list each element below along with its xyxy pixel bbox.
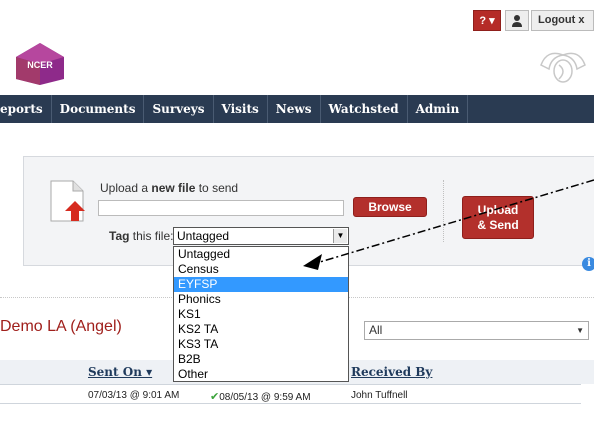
nav-item-watchsted[interactable]: Watchsted (321, 95, 408, 123)
received-on-cell: ✔08/05/13 @ 9:59 AM (210, 391, 311, 403)
emblem-icon (540, 52, 586, 83)
tag-option-ks3-ta[interactable]: KS3 TA (174, 337, 348, 352)
browse-button[interactable]: Browse (353, 197, 427, 217)
tag-option-eyfsp[interactable]: EYFSP (174, 277, 348, 292)
main-nav: eports Documents Surveys Visits News Watchste… (0, 95, 594, 123)
nav-item-documents[interactable]: Documents (52, 95, 145, 123)
tag-option-phonics[interactable]: Phonics (174, 292, 348, 307)
upload-file-icon (50, 180, 85, 222)
user-icon (512, 15, 522, 27)
info-icon[interactable]: i (582, 257, 594, 271)
nav-item-admin[interactable]: Admin (408, 95, 469, 123)
section-title: Demo LA (Angel) (0, 318, 122, 335)
help-menu-button[interactable]: ? ▾ (473, 10, 501, 31)
check-icon: ✔ (210, 391, 220, 403)
tag-option-ks2-ta[interactable]: KS2 TA (174, 322, 348, 337)
nav-item-eports[interactable]: eports (0, 95, 52, 123)
logout-button[interactable]: Logout x (531, 10, 594, 31)
upload-and-send-button[interactable]: Upload & Send (462, 196, 534, 239)
tag-option-census[interactable]: Census (174, 262, 348, 277)
tag-option-other[interactable]: Other (174, 367, 348, 382)
tag-option-b2b[interactable]: B2B (174, 352, 348, 367)
sent-on-cell: 07/03/13 @ 9:01 AM (88, 390, 180, 401)
ncer-logo[interactable]: NCER (15, 43, 65, 85)
chevron-down-icon[interactable]: ▼ (333, 229, 347, 243)
user-profile-button[interactable] (505, 10, 529, 31)
file-path-input[interactable] (98, 200, 344, 216)
received-by-cell: John Tuffnell (351, 390, 408, 401)
app-window: ? ▾ Logout x NCER eports Documents Surveys… (0, 0, 594, 423)
logo-text: NCER (27, 60, 53, 70)
nav-item-visits[interactable]: Visits (214, 95, 268, 123)
nav-item-news[interactable]: News (268, 95, 321, 123)
tag-option-ks1[interactable]: KS1 (174, 307, 348, 322)
nav-item-surveys[interactable]: Surveys (144, 95, 214, 123)
tag-option-untagged[interactable]: Untagged (174, 247, 348, 262)
tag-label: Tag this file: (109, 229, 174, 243)
received-by-header[interactable]: Received By (351, 365, 432, 379)
caret-down-icon: ▼ (576, 326, 584, 335)
upload-title: Upload a new file to send (100, 181, 239, 195)
tag-dropdown-list: Untagged Census EYFSP Phonics KS1 KS2 TA KS3 T… (173, 246, 349, 382)
panel-divider (443, 180, 444, 242)
sent-on-header[interactable]: Sent On ▾ (88, 365, 152, 379)
tag-select[interactable]: Untagged ▼ (173, 227, 349, 245)
filter-select[interactable]: All ▼ (364, 321, 589, 340)
